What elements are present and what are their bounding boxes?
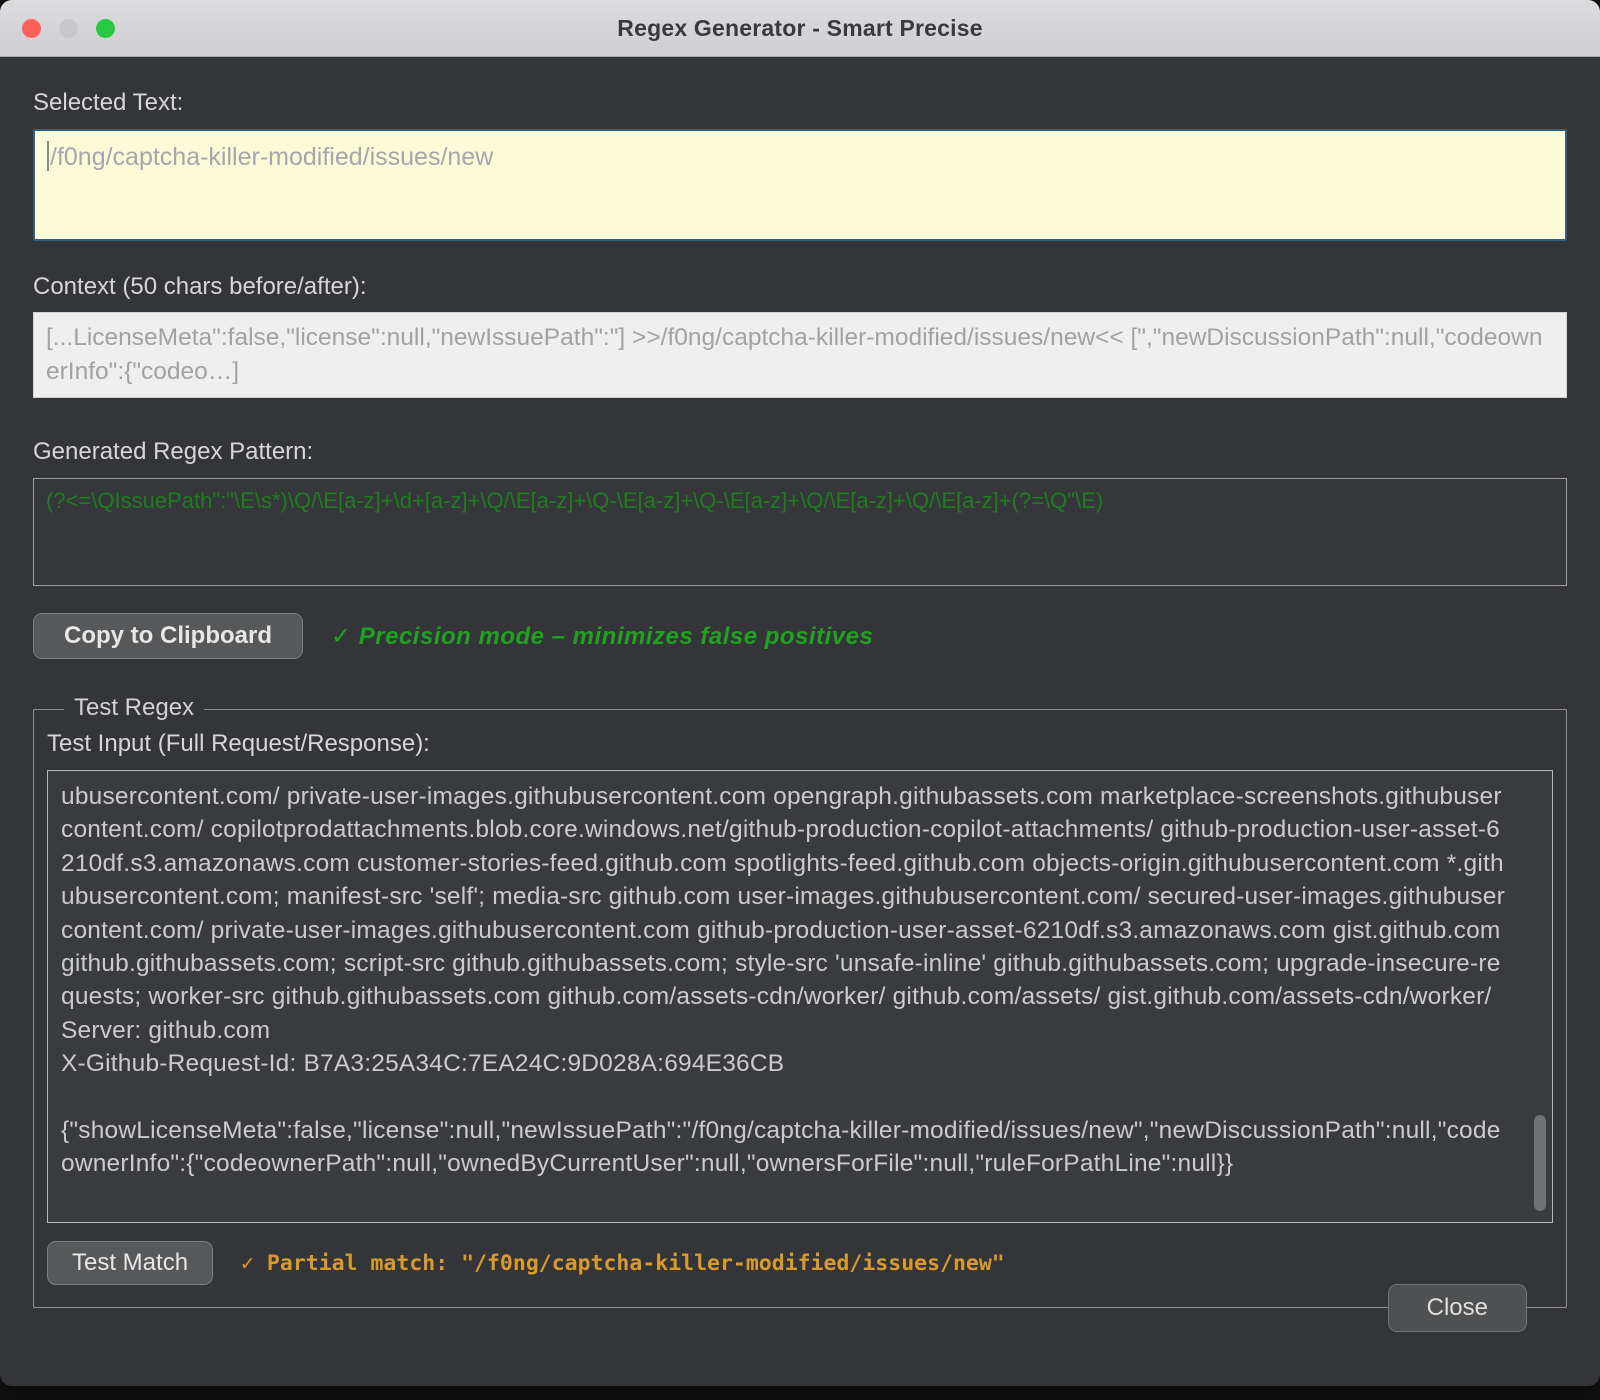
test-match-row: Test Match ✓ Partial match: "/f0ng/captc… [47, 1241, 1553, 1285]
context-display[interactable]: [...LicenseMeta":false,"license":null,"n… [33, 312, 1567, 398]
test-input-container: ubusercontent.com/ private-user-images.g… [47, 770, 1553, 1223]
dialog-content: Selected Text: /f0ng/captcha-killer-modi… [0, 57, 1600, 1386]
test-regex-group: Test Regex Test Input (Full Request/Resp… [33, 709, 1567, 1308]
dialog-window: Regex Generator - Smart Precise Selected… [0, 0, 1600, 1386]
test-input-label: Test Input (Full Request/Response): [47, 730, 1553, 758]
regex-pattern-text: (?<=\QIssuePath":"\E\s*)\Q/\E[a-z]+\d+[a… [46, 488, 1103, 513]
regex-pattern-display[interactable]: (?<=\QIssuePath":"\E\s*)\Q/\E[a-z]+\d+[a… [33, 478, 1567, 586]
scrollbar-thumb[interactable] [1534, 1115, 1546, 1211]
close-button[interactable]: Close [1388, 1284, 1527, 1332]
selected-text-value: /f0ng/captcha-killer-modified/issues/new [50, 143, 493, 171]
zoom-window-icon[interactable] [96, 19, 115, 38]
close-window-icon[interactable] [22, 19, 41, 38]
text-cursor [47, 141, 49, 171]
selected-text-label: Selected Text: [33, 57, 1567, 117]
window-title: Regex Generator - Smart Precise [617, 15, 982, 42]
precision-mode-status: ✓ Precision mode – minimizes false posit… [331, 622, 873, 651]
match-result-status: ✓ Partial match: "/f0ng/captcha-killer-m… [241, 1251, 1005, 1276]
traffic-lights [22, 0, 115, 56]
context-label: Context (50 chars before/after): [33, 273, 1567, 301]
title-bar[interactable]: Regex Generator - Smart Precise [0, 0, 1600, 57]
regex-pattern-label: Generated Regex Pattern: [33, 438, 1567, 466]
minimize-window-icon[interactable] [59, 19, 78, 38]
test-match-button[interactable]: Test Match [47, 1241, 213, 1285]
copy-row: Copy to Clipboard ✓ Precision mode – min… [33, 613, 1567, 659]
selected-text-input[interactable]: /f0ng/captcha-killer-modified/issues/new [33, 129, 1567, 241]
copy-to-clipboard-button[interactable]: Copy to Clipboard [33, 613, 303, 659]
test-input-textarea[interactable]: ubusercontent.com/ private-user-images.g… [47, 770, 1553, 1223]
test-regex-group-title: Test Regex [64, 694, 204, 722]
